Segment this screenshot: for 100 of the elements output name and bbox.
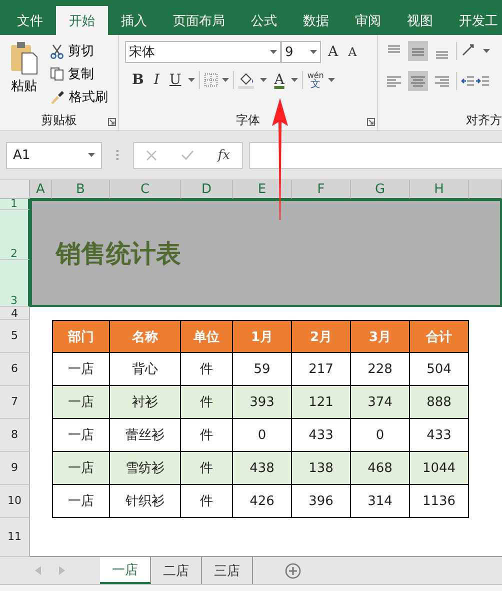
ribbon-tab[interactable]: 视图 (394, 6, 446, 35)
row-header[interactable]: 9 (0, 452, 30, 485)
sheet-tab[interactable]: 三店 (202, 557, 253, 584)
table-cell: 一店 (52, 353, 110, 386)
table-cell: 433 (292, 419, 351, 452)
caret-icon[interactable] (88, 153, 95, 157)
copy-button[interactable]: 复制 (48, 64, 110, 84)
group-label: 字体 (236, 112, 260, 128)
formula-input[interactable] (249, 142, 502, 168)
row-header[interactable]: 5 (0, 320, 30, 353)
underline-button[interactable]: U (166, 72, 184, 88)
font-size-field[interactable]: 9 (281, 41, 321, 63)
header-cell: 3月 (351, 320, 410, 353)
row-header[interactable]: 8 (0, 419, 30, 452)
copy-icon (50, 67, 64, 81)
table-cell: 件 (181, 386, 233, 419)
insert-function-button[interactable]: fx (218, 148, 230, 162)
sheet-tab[interactable]: 一店 (100, 557, 151, 584)
table-cell: 59 (233, 353, 292, 386)
check-icon[interactable] (180, 150, 194, 160)
group-label: 对齐方 (466, 112, 502, 128)
table-cell: 393 (233, 386, 292, 419)
grow-font-button[interactable]: A (325, 44, 342, 60)
column-header[interactable]: F (292, 180, 351, 199)
font-name-field[interactable]: 宋体 (125, 41, 281, 63)
column-header[interactable]: D (181, 180, 233, 199)
caret-icon[interactable] (270, 50, 277, 54)
row-header[interactable]: 7 (0, 386, 30, 419)
row-header[interactable]: 6 (0, 353, 30, 386)
ribbon-tab[interactable]: 数据 (290, 6, 342, 35)
row-header[interactable]: 4 (0, 307, 30, 320)
row-header[interactable]: 11 (0, 518, 30, 557)
ribbon-tab[interactable]: 开始 (56, 6, 108, 35)
column-header[interactable] (469, 180, 502, 199)
sheet-tab[interactable]: 二店 (151, 557, 202, 584)
header-cell: 名称 (110, 320, 181, 353)
table-cell: 件 (181, 419, 233, 452)
italic-button[interactable]: I (150, 72, 162, 88)
row-header[interactable]: 1 (0, 199, 30, 210)
borders-icon[interactable] (204, 73, 218, 87)
ribbon-tab[interactable]: 插入 (108, 6, 160, 35)
ribbon-tab[interactable]: 文件 (4, 6, 56, 35)
column-header[interactable]: B (52, 180, 110, 199)
indent-icon[interactable] (461, 74, 489, 88)
phonetic-button[interactable]: wén 文 (307, 71, 324, 89)
ribbon-tab[interactable]: 公式 (238, 6, 290, 35)
table-cell: 121 (292, 386, 351, 419)
clipboard-icon (10, 41, 38, 75)
sheet-title: 销售统计表 (56, 238, 181, 270)
paint-bucket-icon[interactable] (238, 71, 256, 89)
table-cell: 138 (292, 452, 351, 485)
table-cell: 438 (233, 452, 292, 485)
dialog-launcher-icon[interactable] (108, 118, 116, 126)
ribbon-tab[interactable]: 页面布局 (160, 6, 238, 35)
row-header[interactable]: 3 (0, 260, 30, 307)
table-cell: 一店 (52, 419, 110, 452)
align-lines-icon[interactable] (408, 41, 428, 61)
header-cell: 单位 (181, 320, 233, 353)
header-cell: 合计 (410, 320, 469, 353)
column-header[interactable]: G (351, 180, 410, 199)
row-header[interactable]: 2 (0, 210, 30, 260)
cut-button[interactable]: 剪切 (48, 41, 110, 61)
shrink-font-button[interactable]: A (345, 45, 360, 59)
format-painter-button[interactable]: 格式刷 (48, 87, 110, 107)
dialog-launcher-icon[interactable] (367, 118, 375, 126)
table-cell: 217 (292, 353, 351, 386)
column-header[interactable]: E (233, 180, 292, 199)
align-lines-icon[interactable] (408, 71, 428, 91)
name-box[interactable]: A1 (6, 142, 102, 168)
header-cell: 1月 (233, 320, 292, 353)
header-cell: 部门 (52, 320, 110, 353)
row-header[interactable]: 10 (0, 485, 30, 518)
caret-icon[interactable] (188, 78, 196, 82)
ribbon-tab[interactable]: 审阅 (342, 6, 394, 35)
table-cell: 504 (410, 353, 469, 386)
grip-icon (116, 149, 119, 161)
caret-icon[interactable] (260, 78, 268, 82)
column-header[interactable]: A (30, 180, 52, 199)
caret-icon[interactable] (222, 78, 230, 82)
column-header[interactable]: C (110, 180, 181, 199)
table-cell: 0 (233, 419, 292, 452)
column-header[interactable]: H (410, 180, 469, 199)
table-cell: 396 (292, 485, 351, 518)
ribbon-tab[interactable]: 开发工 (446, 6, 502, 35)
table-cell: 雪纺衫 (110, 452, 181, 485)
header-cell: 2月 (292, 320, 351, 353)
bold-button[interactable]: B (129, 72, 147, 88)
caret-icon[interactable] (291, 78, 298, 82)
caret-icon[interactable] (310, 50, 317, 54)
table-cell: 426 (233, 485, 292, 518)
table-cell: 蕾丝衫 (110, 419, 181, 452)
group-label: 剪贴板 (41, 112, 77, 128)
paste-button[interactable]: 粘贴 (6, 41, 42, 110)
scissors-icon (50, 44, 64, 58)
font-color-button[interactable]: A (271, 72, 288, 88)
table-cell: 374 (351, 386, 410, 419)
caret-icon[interactable] (483, 49, 490, 53)
table-cell: 针织衫 (110, 485, 181, 518)
caret-icon[interactable] (328, 78, 335, 82)
brush-icon (50, 90, 65, 104)
